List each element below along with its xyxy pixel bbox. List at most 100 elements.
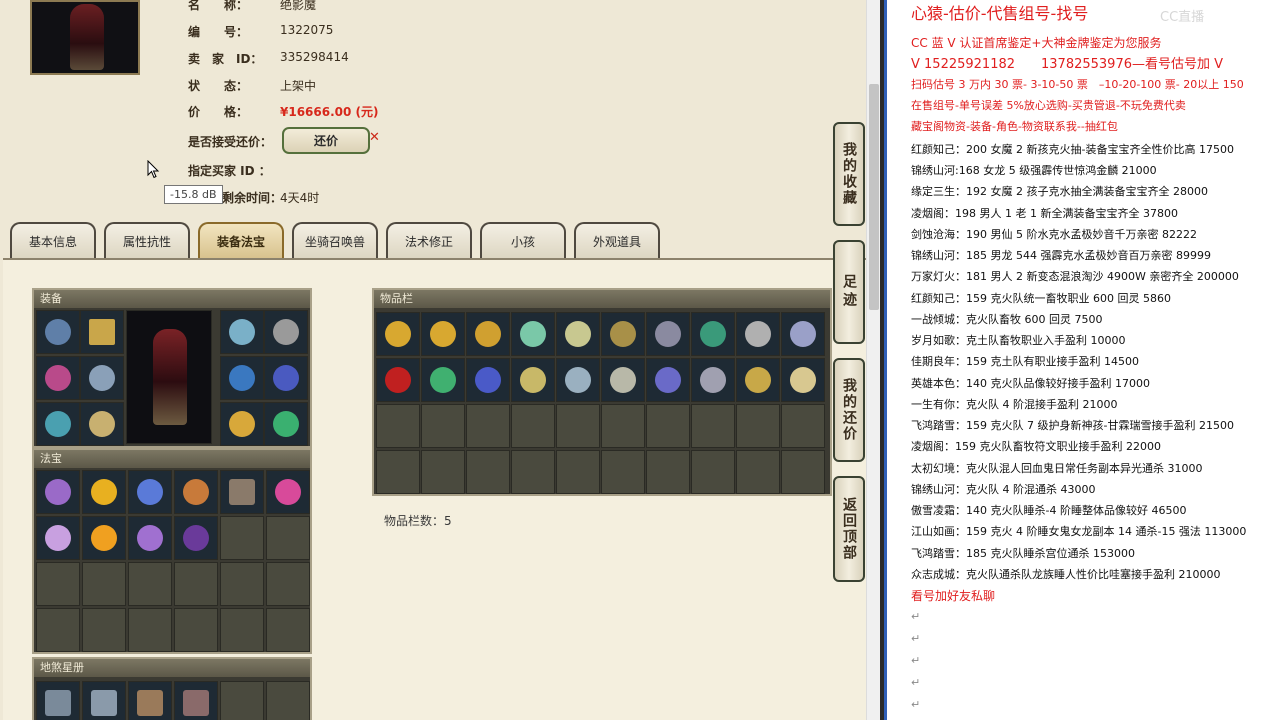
- inventory-item[interactable]: [781, 312, 825, 356]
- empty-slot: [691, 450, 735, 494]
- inventory-item[interactable]: [421, 358, 465, 402]
- notes-line-4: 在售组号-单号误差 5%放心选购-买贵管退-不玩免费代卖: [911, 99, 1186, 112]
- equip-slot-earring[interactable]: [264, 356, 308, 400]
- star-card[interactable]: [174, 681, 218, 720]
- id-label: 编 号：: [188, 25, 249, 39]
- listing-line: 剑蚀沧海：190 男仙 5 阶水克水孟极妙音千万亲密 82222: [911, 228, 1197, 241]
- listing-line: 锦绣山河：克火队 4 阶混通杀 43000: [911, 483, 1096, 496]
- price-value: ¥16666.00 (元): [280, 105, 379, 119]
- empty-slot: [220, 516, 264, 560]
- fabao-slot[interactable]: [174, 516, 218, 560]
- fabao-slot[interactable]: [128, 470, 172, 514]
- fabao-slot[interactable]: [36, 470, 80, 514]
- listing-line: 傲雪凌霜：140 克火队睡杀-4 阶睡整体品像较好 46500: [911, 504, 1187, 517]
- equipment-panel-title: 装备: [34, 290, 310, 308]
- inventory-item[interactable]: [466, 312, 510, 356]
- star-card[interactable]: [36, 681, 80, 720]
- inventory-item[interactable]: [511, 312, 555, 356]
- inventory-panel-title: 物品栏: [374, 290, 830, 308]
- scrollbar-thumb[interactable]: [869, 84, 879, 310]
- inventory-item[interactable]: [556, 358, 600, 402]
- equip-slot-helmet[interactable]: [36, 310, 80, 354]
- fabao-slot[interactable]: [82, 470, 126, 514]
- notes-line-3: 扫码估号 3 万内 30 票- 3-10-50 票 –10-20-100 票- …: [911, 78, 1244, 91]
- inventory-item[interactable]: [421, 312, 465, 356]
- equip-slot-jade[interactable]: [264, 402, 308, 446]
- star-card[interactable]: [128, 681, 172, 720]
- equip-slot-armor[interactable]: [80, 356, 124, 400]
- buyer-id-label: 指定买家 ID ：: [188, 164, 271, 178]
- inventory-item[interactable]: [511, 358, 555, 402]
- my-favorites-label: 我的收藏: [841, 142, 857, 206]
- empty-slot: [128, 608, 172, 652]
- status-value: 上架中: [280, 79, 317, 93]
- equip-slot-mask[interactable]: [220, 310, 264, 354]
- time-left-value: 4天4时: [280, 191, 320, 205]
- inventory-item[interactable]: [466, 358, 510, 402]
- inventory-item[interactable]: [781, 358, 825, 402]
- inventory-item[interactable]: [691, 312, 735, 356]
- listing-line: 锦绣山河：185 男龙 544 强霹克水孟极妙音百万亲密 89999: [911, 249, 1211, 262]
- page-scrollbar[interactable]: [866, 0, 880, 720]
- inventory-item[interactable]: [601, 312, 645, 356]
- inventory-item[interactable]: [736, 312, 780, 356]
- listing-line: 锦绣山河:168 女龙 5 级强霹传世惊鸿金麟 21000: [911, 164, 1157, 177]
- fabao-slot[interactable]: [36, 516, 80, 560]
- equip-slot-necklace[interactable]: [36, 356, 80, 400]
- fabao-slot[interactable]: [82, 516, 126, 560]
- empty-slot: [220, 608, 264, 652]
- notes-panel: 心猿-估价-代售组号-找号 CC 蓝 V 认证首席鉴定+大神金牌鉴定为您服务 V…: [884, 0, 1280, 720]
- empty-slot: [266, 681, 310, 720]
- inventory-item[interactable]: [691, 358, 735, 402]
- equip-slot-bracelet[interactable]: [220, 356, 264, 400]
- my-favorites-button[interactable]: 我的收藏: [833, 122, 865, 226]
- empty-slot: [646, 404, 690, 448]
- listing-line: 佳期良年：159 克土队有职业接手盈利 14500: [911, 355, 1139, 368]
- counter-offer-button[interactable]: 还价: [282, 127, 370, 154]
- equip-slot-weapon[interactable]: [80, 310, 124, 354]
- equip-slot-accessory[interactable]: [220, 402, 264, 446]
- empty-slot: [781, 450, 825, 494]
- listing-line: 飞鸿踏雪：159 克火队 7 级护身新神孩-甘霖瑞雪接手盈利 21500: [911, 419, 1234, 432]
- tab-basic-info[interactable]: 基本信息: [10, 222, 96, 258]
- inventory-item[interactable]: [646, 312, 690, 356]
- fabao-slot[interactable]: [174, 470, 218, 514]
- listing-line: 一战倾城：克火队畜牧 600 回灵 7500: [911, 313, 1103, 326]
- fabao-panel-title: 法宝: [34, 450, 310, 468]
- my-counter-offers-button[interactable]: 我的还价: [833, 358, 865, 462]
- tab-equipment[interactable]: 装备法宝: [198, 222, 284, 258]
- inventory-item[interactable]: [376, 358, 420, 402]
- empty-slot: [82, 608, 126, 652]
- listing-line: 凌烟阁：159 克火队畜牧符文职业接手盈利 22000: [911, 440, 1161, 453]
- volume-tooltip: -15.8 dB: [164, 185, 223, 204]
- return-mark: ↵: [911, 676, 921, 689]
- back-to-top-label: 返回顶部: [841, 497, 857, 561]
- tab-mounts-summons[interactable]: 坐骑召唤兽: [292, 222, 378, 258]
- tab-appearance[interactable]: 外观道具: [574, 222, 660, 258]
- back-to-top-button[interactable]: 返回顶部: [833, 476, 865, 582]
- tab-spell-mods[interactable]: 法术修正: [386, 222, 472, 258]
- empty-slot: [36, 608, 80, 652]
- empty-slot: [266, 608, 310, 652]
- inventory-item[interactable]: [556, 312, 600, 356]
- fabao-slot[interactable]: [220, 470, 264, 514]
- return-mark: ↵: [911, 610, 921, 623]
- fabao-slot[interactable]: [266, 470, 310, 514]
- empty-slot: [266, 516, 310, 560]
- equip-slot-ring[interactable]: [264, 310, 308, 354]
- footprint-button[interactable]: 足迹: [833, 240, 865, 344]
- equip-slot-belt[interactable]: [36, 402, 80, 446]
- listing-line: 万家灯火：181 男人 2 新变态混浪淘沙 4900W 亲密齐全 200000: [911, 270, 1239, 283]
- inventory-item[interactable]: [376, 312, 420, 356]
- fabao-slot[interactable]: [128, 516, 172, 560]
- notes-line-5: 藏宝阁物资-装备-角色-物资联系我--抽红包: [911, 120, 1118, 133]
- return-mark: ↵: [911, 632, 921, 645]
- equip-slot-boots[interactable]: [80, 402, 124, 446]
- star-card[interactable]: [82, 681, 126, 720]
- inventory-item[interactable]: [736, 358, 780, 402]
- close-icon[interactable]: ✕: [369, 130, 380, 145]
- tab-attributes[interactable]: 属性抗性: [104, 222, 190, 258]
- tab-children[interactable]: 小孩: [480, 222, 566, 258]
- inventory-item[interactable]: [601, 358, 645, 402]
- inventory-item[interactable]: [646, 358, 690, 402]
